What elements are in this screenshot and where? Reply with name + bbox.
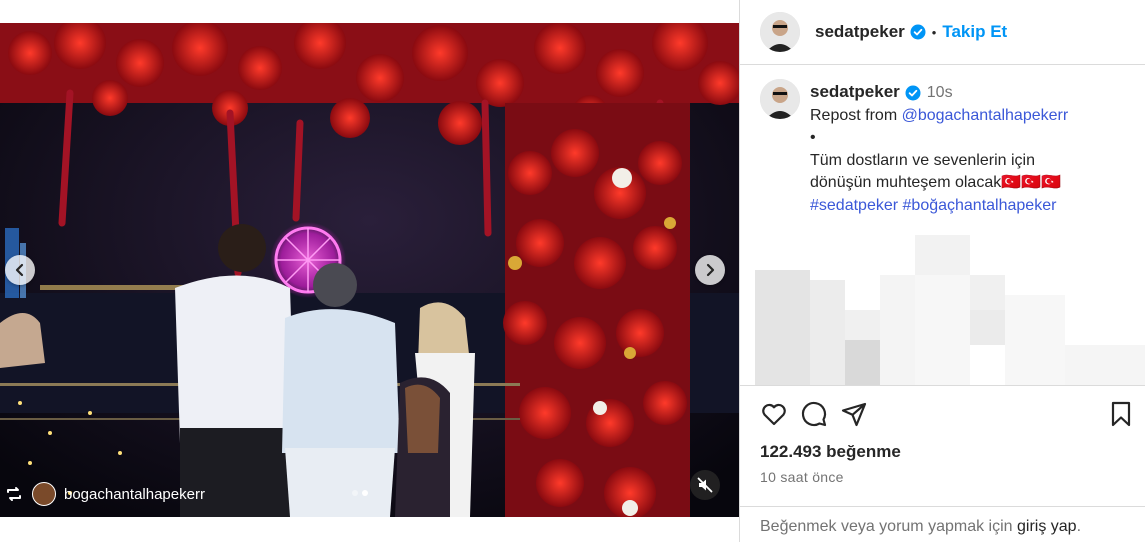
avatar[interactable] [760,12,800,52]
profile-photo [760,12,800,52]
speaker-muted-icon [697,477,713,493]
carousel-dot [352,490,358,496]
login-prompt-period: . [1076,518,1082,535]
mute-button[interactable] [690,470,720,500]
heart-icon[interactable] [760,400,788,428]
login-prompt-text: Beğenmek veya yorum yapmak için [760,518,1017,535]
caption-time[interactable]: 10s [927,84,953,101]
follow-button[interactable]: Takip Et [942,22,1007,42]
post-header: sedatpeker • Takip Et [740,0,1145,65]
post-timestamp[interactable]: 10 saat önce [760,469,844,485]
caption-line-prefix: Repost from [810,106,902,124]
mention-link[interactable]: @bogachantalhapekerr [902,107,1069,124]
bookmark-icon[interactable] [1107,400,1135,428]
header-separator: • [931,24,937,40]
carousel-prev-button[interactable] [5,255,35,285]
caption-username[interactable]: sedatpeker [810,82,900,101]
post-photo [0,23,739,517]
caption-bullet: • [810,129,816,146]
login-link[interactable]: giriş yap [1017,518,1077,535]
repost-username[interactable]: bogachantalhapekerr [64,486,205,503]
header-username[interactable]: sedatpeker [815,22,905,42]
caption-avatar[interactable] [760,79,800,119]
hashtag-link[interactable]: #boğaçhantalhapeker [903,197,1057,214]
repost-icon [7,487,21,501]
repost-avatar [32,482,56,506]
post-media[interactable]: bogachantalhapekerr [0,23,739,517]
caption-line: dönüşün muhteşem olacak🇹🇷🇹🇷🇹🇷 [810,174,1061,191]
share-icon[interactable] [840,400,868,428]
comment-icon[interactable] [800,400,828,428]
caption-text: sedatpeker 10s Repost from @bogachantalha… [810,81,1140,217]
repost-attribution[interactable]: bogachantalhapekerr [4,482,205,506]
chevron-left-icon [15,263,24,277]
verified-badge-icon [905,85,921,101]
likes-count[interactable]: 122.493 beğenme [760,442,901,462]
chevron-right-icon [706,263,715,277]
profile-photo [760,79,800,119]
carousel-indicator [352,490,368,496]
action-icons [760,400,868,428]
caption-line: Tüm dostların ve sevenlerin için [810,151,1035,169]
carousel-dot-active [362,490,368,496]
carousel-next-button[interactable] [695,255,725,285]
comments-placeholder [755,235,1145,385]
verified-badge-icon [910,24,926,40]
login-prompt: Beğenmek veya yorum yapmak için giriş ya… [740,506,1145,543]
hashtag-link[interactable]: #sedatpeker [810,197,898,214]
